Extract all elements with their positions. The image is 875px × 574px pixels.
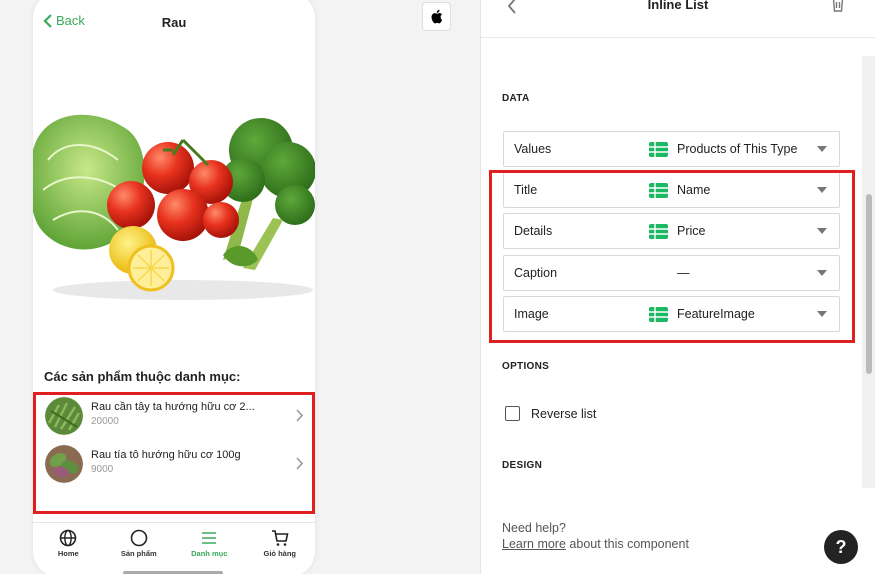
- caret-down-icon: [817, 311, 827, 317]
- row-value: Price: [677, 224, 706, 238]
- image-select[interactable]: Image FeatureImage: [503, 296, 840, 332]
- product-thumbnail: [45, 445, 83, 483]
- details-select[interactable]: Details Price: [503, 213, 840, 249]
- circle-icon: [130, 529, 148, 547]
- reverse-list-checkbox[interactable]: Reverse list: [505, 406, 596, 421]
- phone-header: Back Rau: [33, 0, 315, 44]
- scrollbar-thumb[interactable]: [866, 194, 872, 374]
- page-title: Rau: [161, 15, 187, 30]
- row-value: —: [677, 266, 690, 280]
- globe-icon: [59, 529, 77, 547]
- learn-more-link[interactable]: Learn more: [502, 537, 566, 551]
- inline-list: Rau cần tây ta hướng hữu cơ 2... 20000 R…: [33, 392, 315, 488]
- sheet-icon: [649, 306, 668, 322]
- row-label: Details: [514, 224, 553, 238]
- tab-cart[interactable]: Giỏ hàng: [245, 523, 316, 564]
- caret-down-icon: [817, 187, 827, 193]
- list-item-title: Rau tía tô hướng hữu cơ 100g: [91, 449, 241, 461]
- ios-preview-button[interactable]: [422, 2, 451, 31]
- scrollbar[interactable]: [862, 56, 875, 488]
- apple-icon: [431, 9, 443, 24]
- values-select[interactable]: Values Products of This Type: [503, 131, 840, 167]
- checkbox-label: Reverse list: [531, 406, 597, 421]
- tab-products[interactable]: Sản phẩm: [104, 523, 175, 564]
- caret-down-icon: [817, 228, 827, 234]
- list-item[interactable]: Rau cần tây ta hướng hữu cơ 2... 20000: [33, 392, 315, 440]
- list-item[interactable]: Rau tía tô hướng hữu cơ 100g 9000: [33, 440, 315, 488]
- sheet-icon: [649, 182, 668, 198]
- row-value: Name: [677, 183, 711, 197]
- tab-label: Giỏ hàng: [263, 549, 297, 558]
- help-rest: about this component: [565, 537, 689, 551]
- tab-label: Sản phẩm: [120, 549, 157, 558]
- checkbox[interactable]: [505, 406, 520, 421]
- row-label: Image: [514, 307, 549, 321]
- panel-header: Inline List: [481, 0, 875, 38]
- caret-down-icon: [817, 270, 827, 276]
- tab-label: Danh mục: [191, 549, 228, 558]
- menu-icon: [202, 532, 217, 544]
- row-label: Caption: [514, 266, 558, 280]
- section-data-label: DATA: [502, 93, 530, 104]
- trash-icon[interactable]: [831, 0, 845, 12]
- cart-icon: [271, 530, 289, 546]
- section-title: Các sản phẩm thuộc danh mục:: [44, 369, 241, 384]
- row-value: Products of This Type: [677, 142, 798, 156]
- row-label: Title: [514, 183, 538, 197]
- chevron-right-icon: [296, 457, 304, 470]
- sheet-icon: [649, 223, 668, 239]
- row-label: Values: [514, 142, 552, 156]
- list-item-price: 9000: [91, 464, 114, 475]
- tab-categories[interactable]: Danh mục: [174, 523, 245, 564]
- help-text: Need help? Learn more about this compone…: [502, 520, 689, 552]
- caption-select[interactable]: Caption —: [503, 255, 840, 291]
- tab-home[interactable]: Home: [33, 523, 104, 564]
- list-item-price: 20000: [91, 416, 119, 427]
- list-item-title: Rau cần tây ta hướng hữu cơ 2...: [91, 401, 255, 413]
- title-select[interactable]: Title Name: [503, 172, 840, 208]
- sheet-icon: [649, 141, 668, 157]
- section-design-label: DESIGN: [502, 460, 543, 471]
- section-options-label: OPTIONS: [502, 361, 550, 372]
- panel-title: Inline List: [647, 0, 709, 12]
- product-thumbnail: [45, 397, 83, 435]
- help-title: Need help?: [502, 521, 566, 535]
- caret-down-icon: [817, 146, 827, 152]
- help-button[interactable]: ?: [824, 530, 858, 564]
- chevron-right-icon: [296, 409, 304, 422]
- tab-label: Home: [57, 549, 79, 558]
- properties-panel: Inline List DATA Values Products of This…: [480, 0, 875, 574]
- tab-bar: Home Sản phẩm Danh mục Giỏ hàng: [33, 522, 315, 564]
- row-value: FeatureImage: [677, 307, 755, 321]
- phone-preview: Back Rau Các sản phẩm thuộc danh mục: Ra…: [33, 0, 315, 574]
- vegetables-image: [33, 114, 315, 300]
